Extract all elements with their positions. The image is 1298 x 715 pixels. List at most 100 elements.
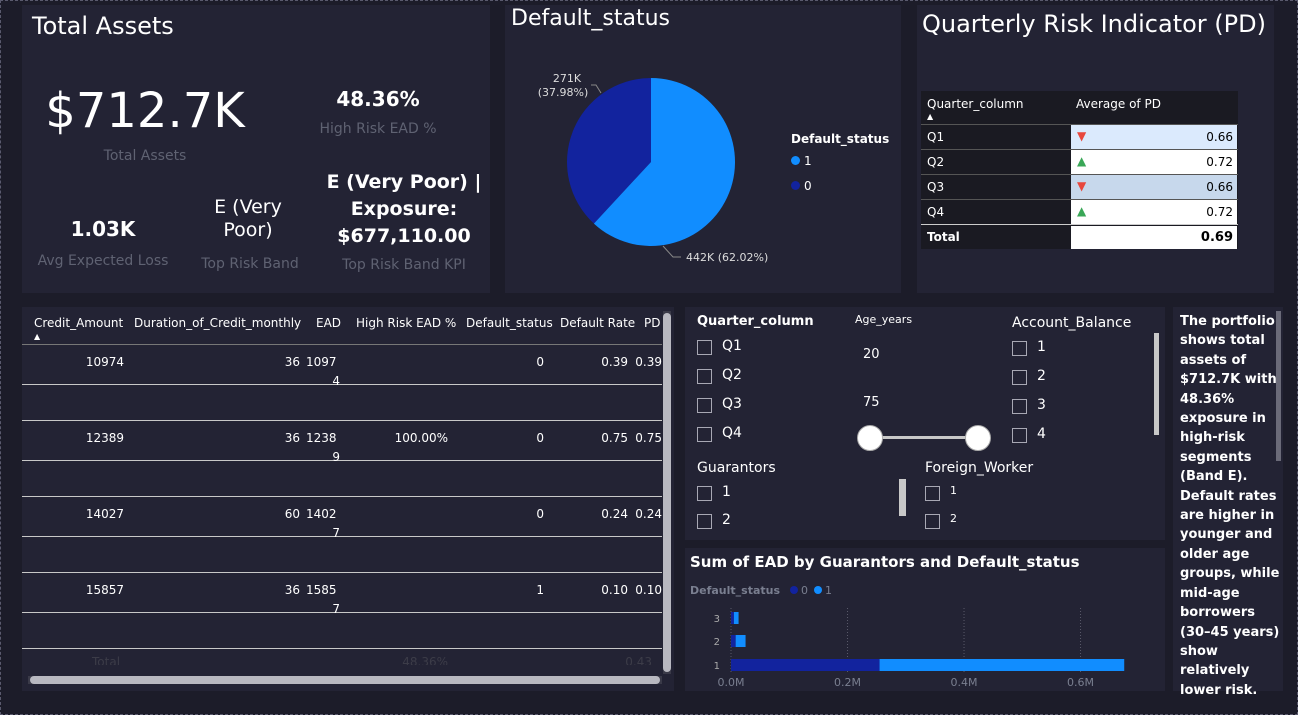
- narrative-line: segments: [1180, 449, 1252, 465]
- pie-legend-label: 1: [804, 154, 812, 168]
- age-max-value[interactable]: 75: [863, 395, 880, 410]
- quarter-option-label[interactable]: Q4: [722, 425, 742, 441]
- ead-bar-chart[interactable]: 0.0M 0.2M 0.4M 0.6M 3 2 1: [685, 548, 1165, 691]
- table-col-header[interactable]: Duration_of_Credit_monthly: [134, 316, 301, 330]
- pie-legend-item-1[interactable]: 1: [791, 154, 812, 168]
- quarter-option-label[interactable]: Q2: [722, 367, 742, 383]
- bar-segment-guarantors-2-status-1[interactable]: [735, 635, 746, 647]
- cell-credit-amount: 15857: [85, 583, 124, 597]
- cell-default-rate: 0.24: [601, 507, 628, 521]
- narrative-line: Default rates: [1180, 488, 1277, 504]
- guarantors-option-label[interactable]: 2: [722, 512, 731, 528]
- bar-x-tick-label: 0.6M: [1067, 676, 1094, 689]
- trend-down-icon: ▼: [1077, 179, 1087, 193]
- table-total-row: Total 48.36% 0.43: [22, 655, 662, 665]
- quarter-checkbox[interactable]: [697, 427, 712, 442]
- narrative-line: The portfolio: [1180, 314, 1275, 329]
- row-sub-divider: [22, 536, 662, 537]
- table-vertical-thumb[interactable]: [663, 313, 671, 672]
- quarter-checkbox[interactable]: [697, 398, 712, 413]
- balance-option-label[interactable]: 2: [1037, 368, 1046, 384]
- pie-legend-item-0[interactable]: 0: [791, 179, 812, 193]
- narrative-scrollbar[interactable]: [1276, 311, 1281, 461]
- table-row[interactable]: 15857 36 1585 7 1 0.10 0.10: [22, 573, 662, 649]
- narrative-line: high-risk: [1180, 430, 1245, 446]
- pie-label-large: 442K (62.02%): [686, 251, 769, 264]
- balance-checkbox[interactable]: [1012, 428, 1027, 443]
- quarterly-pd-panel: Quarterly Risk Indicator (PD) Quarter_co…: [917, 5, 1274, 293]
- guarantors-filter-title: Guarantors: [697, 460, 776, 476]
- cell-ead-line1: 1238: [306, 431, 337, 445]
- table-horizontal-thumb[interactable]: [30, 676, 660, 684]
- bar-y-tick-label: 2: [714, 637, 720, 648]
- cell-default-status: 0: [536, 355, 544, 369]
- age-slider-track[interactable]: [870, 436, 977, 439]
- balance-option-label[interactable]: 3: [1037, 397, 1046, 413]
- balance-option-label[interactable]: 4: [1037, 426, 1046, 442]
- pie-legend-label: 0: [804, 179, 812, 193]
- quarter-checkbox[interactable]: [697, 340, 712, 355]
- table-col-header[interactable]: Credit_Amount: [34, 316, 123, 330]
- cell-ead-line2: 9: [332, 450, 340, 464]
- table-horizontal-scrollbar[interactable]: [28, 676, 662, 684]
- cell-pd: 0.39: [635, 355, 662, 369]
- cell-duration: 60: [284, 507, 300, 521]
- table-row[interactable]: 10974 36 1097 4 0 0.39 0.39: [22, 345, 662, 421]
- quarter-checkbox[interactable]: [697, 369, 712, 384]
- guarantors-checkbox[interactable]: [697, 486, 712, 501]
- guarantors-checkbox[interactable]: [697, 514, 712, 529]
- bar-x-tick-label: 0.0M: [718, 676, 745, 689]
- bar-segment-guarantors-2-status-0[interactable]: [731, 635, 736, 647]
- quarter-option-label[interactable]: Q1: [722, 338, 742, 354]
- foreign-filter-title: Foreign_Worker: [925, 460, 1034, 476]
- pd-table[interactable]: Quarter_column ▲ Average of PD Q1 ▼ 0.66 Q2…: [921, 91, 1238, 249]
- balance-scrollbar[interactable]: [1154, 333, 1159, 435]
- guarantors-option-label[interactable]: 1: [722, 484, 731, 500]
- narrative-line: groups, while: [1180, 566, 1280, 582]
- table-col-header[interactable]: Default_status: [466, 316, 553, 330]
- pd-row-quarter: Q4: [927, 205, 945, 219]
- pd-row[interactable]: Q2 ▲ 0.72: [921, 149, 1238, 174]
- pd-col-quarter[interactable]: Quarter_column: [927, 97, 1024, 111]
- table-col-header[interactable]: EAD: [316, 316, 341, 330]
- table-vertical-scrollbar[interactable]: [663, 311, 671, 674]
- foreign-worker-option-label[interactable]: 1: [950, 484, 957, 497]
- age-min-value[interactable]: 20: [863, 347, 880, 362]
- pd-row-quarter: Q3: [927, 180, 945, 194]
- bar-segment-guarantors-3-status-0[interactable]: [731, 612, 734, 624]
- table-row[interactable]: 14027 60 1402 7 0 0.24 0.24: [22, 497, 662, 573]
- guarantors-scrollbar[interactable]: [899, 479, 906, 516]
- top-risk-band-kpi-value: E (Very Poor) | Exposure: $677,110.00: [326, 171, 482, 247]
- narrative-panel: The portfolio shows total assets of $712.7K…: [1173, 307, 1283, 698]
- narrative-line: exposure in: [1180, 411, 1266, 427]
- age-slider-handle-max[interactable]: [965, 425, 991, 451]
- table-col-header[interactable]: High Risk EAD %: [356, 316, 456, 330]
- balance-checkbox[interactable]: [1012, 370, 1027, 385]
- cell-default-rate: 0.10: [601, 583, 628, 597]
- pd-row[interactable]: Q1 ▼ 0.66: [921, 124, 1238, 149]
- table-col-header[interactable]: PD: [644, 316, 660, 330]
- table-col-header[interactable]: Default Rate: [560, 316, 635, 330]
- cell-duration: 36: [284, 583, 300, 597]
- bar-segment-guarantors-3-status-1[interactable]: [733, 612, 739, 624]
- foreign-worker-option-label[interactable]: 2: [950, 512, 957, 525]
- balance-checkbox[interactable]: [1012, 341, 1027, 356]
- pd-row-value: 0.72: [1206, 205, 1233, 219]
- table-total-total_label: Total: [92, 655, 121, 665]
- age-slider-handle-min[interactable]: [857, 425, 883, 451]
- legend-dot-icon: [791, 181, 800, 190]
- cell-default-status: 0: [536, 507, 544, 521]
- bar-segment-guarantors-1-status-0[interactable]: [731, 659, 880, 671]
- row-divider: [22, 648, 662, 649]
- bar-segment-guarantors-1-status-1[interactable]: [879, 659, 1125, 671]
- pd-row[interactable]: Q3 ▼ 0.66: [921, 174, 1238, 199]
- balance-option-label[interactable]: 1: [1037, 339, 1046, 355]
- foreign-worker-checkbox[interactable]: [925, 486, 940, 501]
- table-row[interactable]: 12389 36 1238 9 100.00% 0 0.75 0.75: [22, 421, 662, 497]
- pd-col-average[interactable]: Average of PD: [1076, 97, 1161, 111]
- pie-chart[interactable]: [505, 5, 901, 293]
- foreign-worker-checkbox[interactable]: [925, 514, 940, 529]
- balance-checkbox[interactable]: [1012, 399, 1027, 414]
- quarter-option-label[interactable]: Q3: [722, 396, 742, 412]
- pd-row[interactable]: Q4 ▲ 0.72: [921, 199, 1238, 224]
